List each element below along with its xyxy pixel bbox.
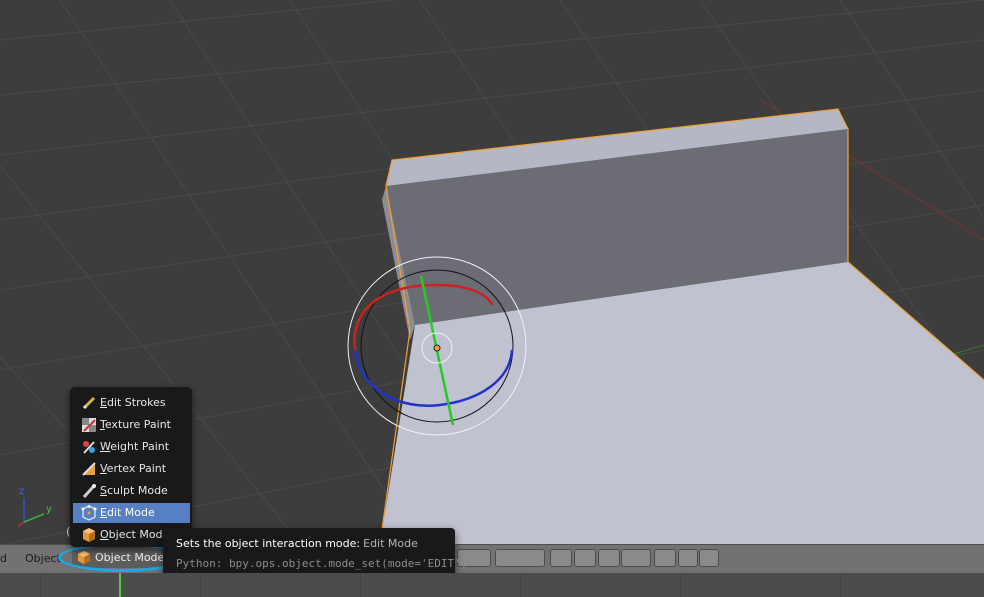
lock-layers-button[interactable] [550,549,572,567]
snap-toggle-button[interactable] [598,549,620,567]
timeline-tick [520,573,521,597]
timeline-tick [360,573,361,597]
tooltip: Sets the object interaction mode: Edit Mo… [163,528,467,578]
menu-item-label: Sculpt Mode [100,484,168,497]
object-mode-icon [81,527,97,543]
timeline[interactable] [0,573,984,597]
menu-item-label: Edit Strokes [100,396,166,409]
menu-item-label: Texture Paint [100,418,171,431]
menu-item-vertex-paint[interactable]: Vertex Paint [73,459,190,479]
menu-item-edit-strokes[interactable]: Edit Strokes [73,393,190,413]
proportional-edit-button[interactable] [574,549,596,567]
timeline-tick [200,573,201,597]
weight-paint-icon [81,439,97,455]
render-opengl-image-button[interactable] [678,549,698,567]
axis-z-label: z [19,486,25,497]
mode-popup-menu: Edit Strokes Texture Paint Weight Paint … [70,387,192,547]
timeline-tick [680,573,681,597]
snap-element-dropdown[interactable] [621,549,651,567]
header-menu-object[interactable]: Object [25,552,61,565]
menu-item-weight-paint[interactable]: Weight Paint [73,437,190,457]
edit-strokes-icon [81,395,97,411]
edit-mode-icon [81,505,97,521]
timeline-tick [840,573,841,597]
menu-item-label: Vertex Paint [100,462,167,475]
menu-item-label: Object Mode [100,528,170,541]
vertex-paint-icon [81,461,97,477]
menu-item-label: Weight Paint [100,440,170,453]
snap-target-button[interactable] [654,549,676,567]
axis-y-label: y [46,504,52,515]
layer-buttons-group-2[interactable] [495,549,545,567]
tooltip-python: Python: bpy.ops.object.mode_set(mode='ED… [176,557,468,570]
header-menu-partial[interactable]: d [0,552,7,565]
texture-paint-icon [81,417,97,433]
timeline-playhead[interactable] [119,573,121,597]
tooltip-value: Edit Mode [363,537,418,550]
timeline-tick [40,573,41,597]
sculpt-mode-icon [81,483,97,499]
menu-item-edit-mode[interactable]: Edit Mode [73,503,190,523]
menu-item-sculpt-mode[interactable]: Sculpt Mode [73,481,190,501]
menu-item-texture-paint[interactable]: Texture Paint [73,415,190,435]
menu-item-label: Edit Mode [100,506,155,519]
tooltip-description: Sets the object interaction mode: Edit Mo… [176,537,418,550]
render-opengl-animation-button[interactable] [699,549,719,567]
